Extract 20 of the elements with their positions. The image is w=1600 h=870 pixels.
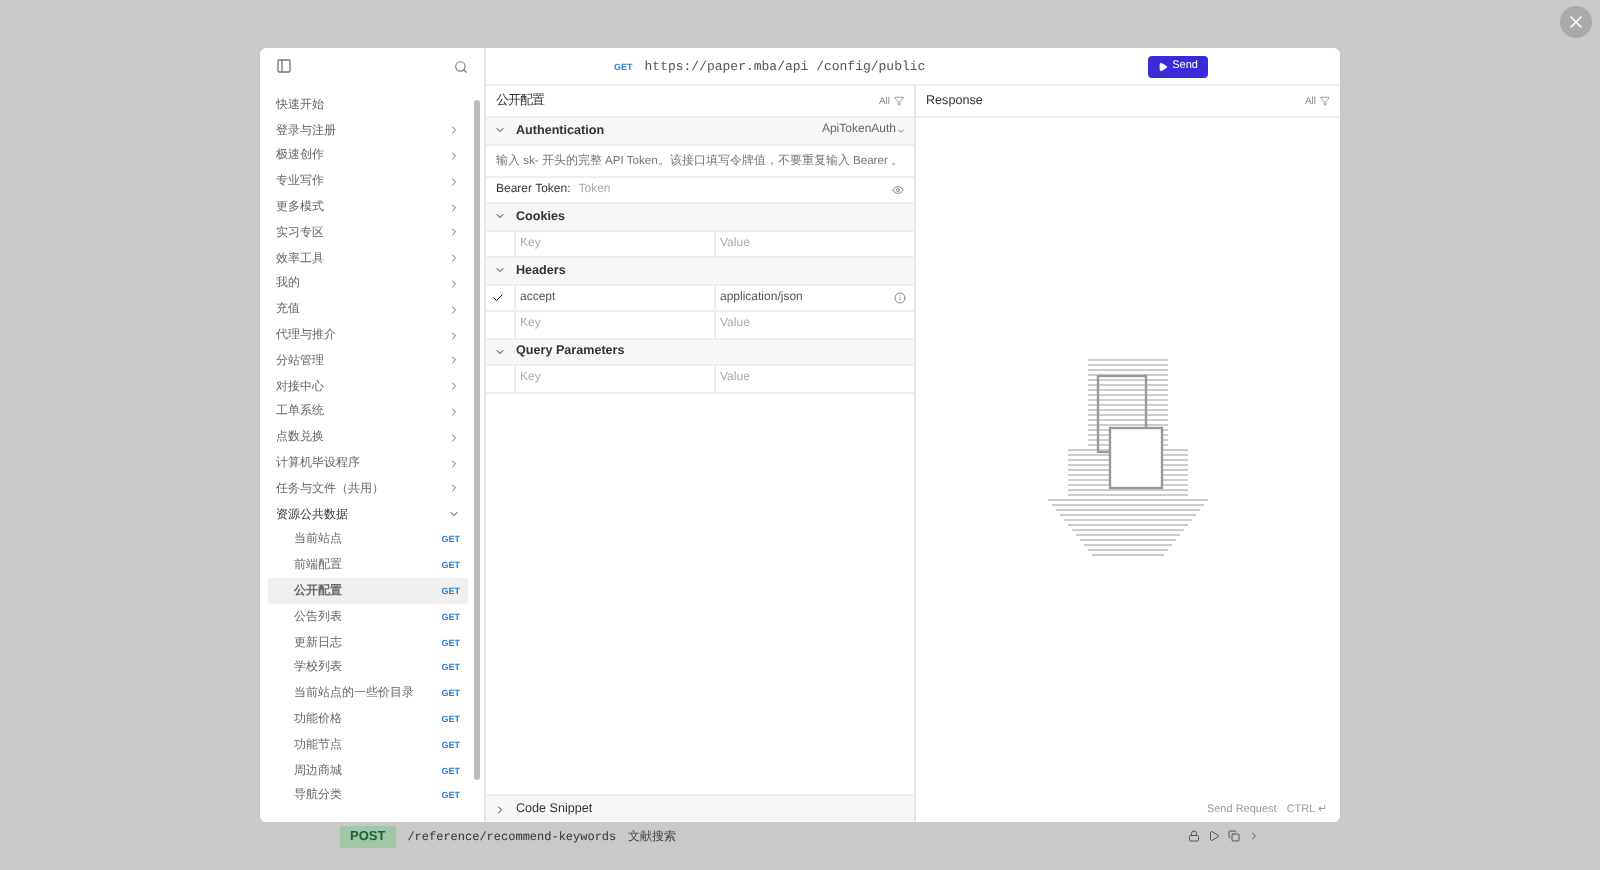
sidebar-toggle-icon[interactable]	[276, 58, 292, 74]
chevron-right-icon[interactable]	[494, 803, 506, 815]
search-icon[interactable]	[454, 59, 468, 73]
eye-icon[interactable]	[892, 183, 904, 196]
info-icon[interactable]	[894, 291, 906, 304]
lock-icon	[1188, 830, 1200, 842]
chevron-right-icon[interactable]	[1248, 830, 1260, 842]
close-icon	[1566, 12, 1586, 32]
close-button[interactable]	[1560, 6, 1592, 38]
check-icon[interactable]	[492, 291, 504, 304]
copy-icon[interactable]	[1228, 830, 1240, 842]
chevron-down-icon	[896, 125, 906, 136]
chevron-down-icon[interactable]	[494, 345, 506, 358]
chevron-down-icon[interactable]	[494, 210, 506, 223]
play-icon	[1158, 61, 1169, 71]
play-icon[interactable]	[1208, 830, 1220, 842]
chevron-down-icon[interactable]	[494, 124, 506, 137]
filter-icon	[1320, 96, 1330, 106]
filter-icon	[894, 96, 904, 106]
chevron-down-icon[interactable]	[494, 264, 506, 277]
